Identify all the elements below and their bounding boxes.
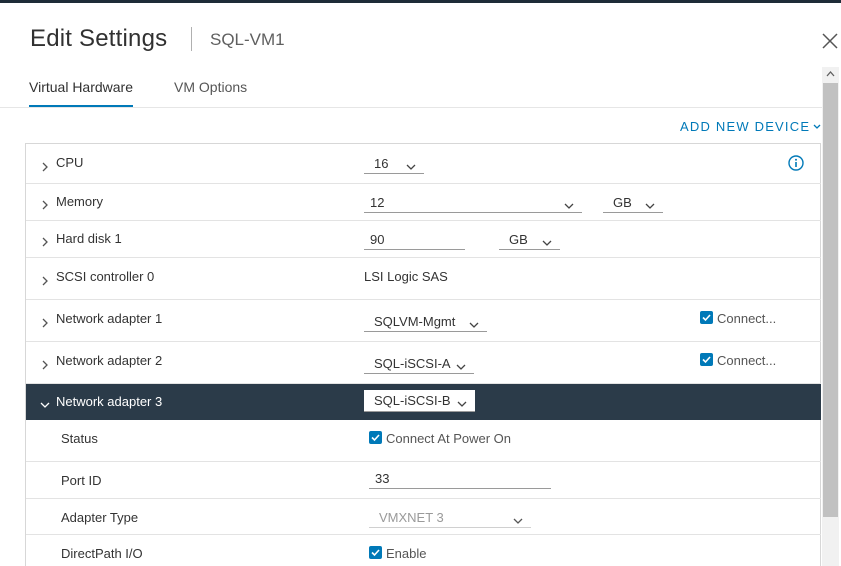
directpath-enable-label: Enable <box>386 546 427 561</box>
tab-virtual-hardware[interactable]: Virtual Hardware <box>29 79 134 108</box>
hardware-row-hard-disk: Hard disk 1 90 GB <box>26 221 821 258</box>
adapter-type-value: VMXNET 3 <box>379 510 444 525</box>
chevron-right-icon[interactable] <box>40 197 50 210</box>
network-adapter-3-port-id-row: Port ID 33 <box>26 462 821 499</box>
network-adapter-3-directpath-row: DirectPath I/O Enable <box>26 535 821 566</box>
chevron-down-icon <box>513 513 523 528</box>
port-id-input[interactable]: 33 <box>369 468 551 489</box>
status-label: Status <box>61 431 98 446</box>
network-adapter-2-network-select[interactable]: SQL-iSCSI-A <box>364 353 474 374</box>
port-id-value: 33 <box>375 471 390 486</box>
hard-disk-label: Hard disk 1 <box>56 231 122 246</box>
hardware-row-network-adapter-2: Network adapter 2 SQL-iSCSI-A Connect... <box>26 342 821 384</box>
dialog-subtitle-vm-name: SQL-VM1 <box>210 30 285 49</box>
scrollbar-thumb[interactable] <box>823 83 838 517</box>
chevron-right-icon[interactable] <box>40 159 50 172</box>
close-icon <box>822 33 838 49</box>
hardware-row-memory: Memory 12 GB <box>26 184 821 221</box>
hardware-row-network-adapter-1: Network adapter 1 SQLVM-Mgmt Connect... <box>26 300 821 342</box>
chevron-right-icon[interactable] <box>40 357 50 370</box>
network-adapter-1-label: Network adapter 1 <box>56 311 163 326</box>
add-new-device-button[interactable]: ADD NEW DEVICE <box>680 118 821 134</box>
adapter-type-select: VMXNET 3 <box>369 507 531 528</box>
chevron-right-icon[interactable] <box>40 273 50 286</box>
network-adapter-3-network-value: SQL-iSCSI-B <box>374 393 451 408</box>
chevron-right-icon[interactable] <box>40 234 50 247</box>
network-adapter-2-connect-label: Connect... <box>717 353 777 368</box>
network-adapter-3-adapter-type-row: Adapter Type VMXNET 3 <box>26 499 821 535</box>
tab-divider <box>0 107 822 108</box>
dialog-title: Edit Settings <box>30 25 168 52</box>
chevron-down-icon <box>813 118 821 133</box>
cpu-label: CPU <box>56 155 84 170</box>
network-adapter-3-label: Network adapter 3 <box>56 394 163 409</box>
network-adapter-1-network-value: SQLVM-Mgmt <box>374 314 456 329</box>
chevron-down-icon <box>406 159 416 174</box>
memory-size-select[interactable]: 12 <box>364 192 582 213</box>
hardware-row-cpu: CPU 16 <box>26 144 821 184</box>
chevron-down-icon <box>469 317 479 332</box>
memory-unit-select[interactable]: GB <box>603 192 663 213</box>
memory-unit-value: GB <box>613 195 632 210</box>
checkbox-checked-icon <box>371 549 380 557</box>
scsi-controller-label: SCSI controller 0 <box>56 269 155 284</box>
network-adapter-1-connect-label: Connect... <box>717 311 777 326</box>
title-separator <box>191 27 192 51</box>
chevron-down-icon[interactable] <box>40 397 50 408</box>
hard-disk-size-input[interactable]: 90 <box>364 229 465 250</box>
close-button[interactable] <box>820 31 840 51</box>
network-adapter-1-network-select[interactable]: SQLVM-Mgmt <box>364 311 487 332</box>
network-adapter-3-network-select[interactable]: SQL-iSCSI-B <box>364 390 475 412</box>
network-adapter-2-network-value: SQL-iSCSI-A <box>374 356 451 371</box>
hardware-row-network-adapter-3[interactable]: Network adapter 3 SQL-iSCSI-B <box>26 384 821 420</box>
hard-disk-unit-value: GB <box>509 232 528 247</box>
edit-settings-dialog: Edit Settings SQL-VM1 Virtual Hardware V… <box>0 3 841 566</box>
port-id-label: Port ID <box>61 473 102 488</box>
adapter-type-label: Adapter Type <box>61 510 139 525</box>
vertical-scrollbar[interactable] <box>822 67 839 566</box>
network-adapter-3-status-row: Status Connect At Power On <box>26 420 821 462</box>
chevron-down-icon <box>456 359 466 374</box>
checkbox-checked-icon <box>371 434 380 442</box>
directpath-enable-checkbox[interactable] <box>369 546 382 559</box>
connect-at-power-on-checkbox[interactable] <box>369 431 382 444</box>
network-adapter-2-label: Network adapter 2 <box>56 353 163 368</box>
cpu-count-select[interactable]: 16 <box>364 153 424 174</box>
chevron-down-icon <box>542 235 552 250</box>
chevron-down-icon <box>564 198 574 213</box>
chevron-down-icon <box>457 396 467 411</box>
scroll-up-arrow-icon[interactable] <box>822 67 839 81</box>
directpath-io-label: DirectPath I/O <box>61 546 143 561</box>
hard-disk-size-value: 90 <box>370 232 385 247</box>
hardware-table: CPU 16 Memory 12 GB Hard disk 1 90 GB SC… <box>25 143 821 566</box>
network-adapter-1-connect-checkbox[interactable] <box>700 311 713 324</box>
checkbox-checked-icon <box>702 314 711 322</box>
chevron-down-icon <box>645 198 655 213</box>
scsi-controller-type: LSI Logic SAS <box>364 269 448 284</box>
chevron-right-icon[interactable] <box>40 315 50 328</box>
add-new-device-label: ADD NEW DEVICE <box>680 119 811 134</box>
cpu-count-value: 16 <box>374 156 389 171</box>
checkbox-checked-icon <box>702 356 711 364</box>
hard-disk-unit-select[interactable]: GB <box>499 229 560 250</box>
tab-vm-options[interactable]: VM Options <box>174 79 247 105</box>
memory-label: Memory <box>56 194 103 209</box>
network-adapter-2-connect-checkbox[interactable] <box>700 353 713 366</box>
memory-size-value: 12 <box>370 195 385 210</box>
info-icon[interactable] <box>788 155 804 171</box>
hardware-row-scsi-controller: SCSI controller 0 LSI Logic SAS <box>26 258 821 300</box>
connect-at-power-on-label: Connect At Power On <box>386 431 512 446</box>
